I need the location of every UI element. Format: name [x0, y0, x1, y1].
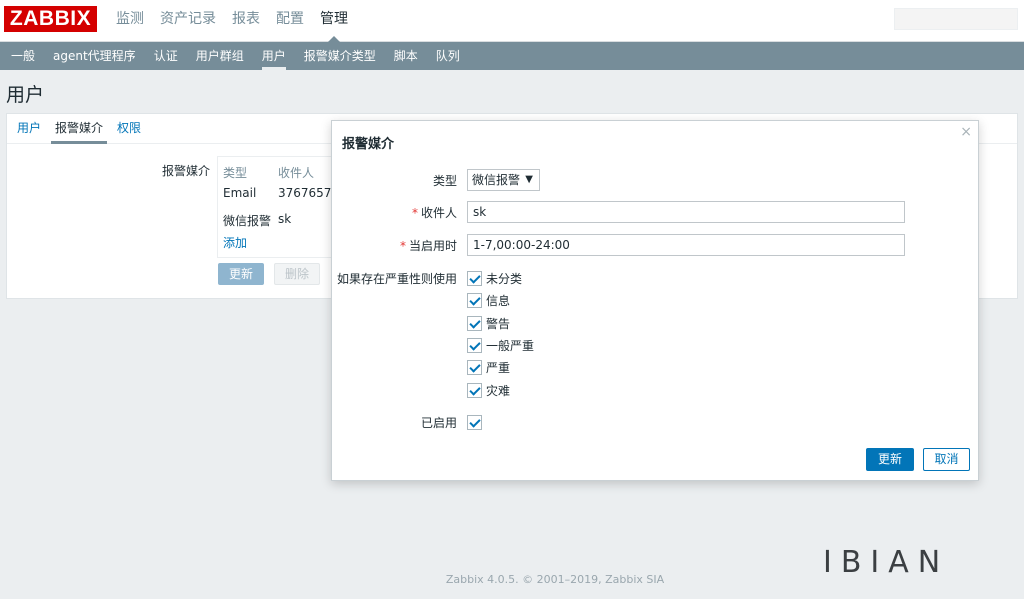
media-dialog: 报警媒介 × 类型 微信报警 ▼ * 收件人 sk * 当启用时 1-7,00:00…	[331, 120, 979, 481]
submenu-proxies[interactable]: agent代理程序	[44, 42, 145, 70]
severity-average: 一般严重	[467, 337, 534, 353]
footer-text: Zabbix 4.0.5. © 2001–2019, Zabbix SIA	[445, 573, 665, 586]
submenu-general[interactable]: 一般	[2, 42, 44, 70]
media-type-value: 微信报警	[472, 173, 521, 187]
menu-configuration[interactable]: 配置	[268, 0, 312, 42]
submenu-media-types[interactable]: 报警媒介类型	[295, 42, 385, 70]
submenu-users[interactable]: 用户	[253, 42, 295, 70]
add-media-link[interactable]: 添加	[223, 234, 247, 251]
severity-checkbox[interactable]	[467, 359, 482, 375]
menu-administration[interactable]: 管理	[312, 0, 356, 42]
search-input[interactable]	[894, 8, 1018, 30]
severity-checkbox[interactable]	[467, 315, 482, 331]
severity-not-classified: 未分类	[467, 270, 522, 286]
tab-permissions[interactable]: 权限	[111, 114, 147, 143]
media-type-select[interactable]: 微信报警 ▼	[467, 169, 540, 191]
when-active-field[interactable]: 1-7,00:00-24:00	[467, 234, 905, 256]
enabled-checkbox[interactable]	[467, 414, 482, 430]
severity-checkbox[interactable]	[467, 337, 482, 353]
submenu-scripts[interactable]: 脚本	[385, 42, 427, 70]
severity-information: 信息	[467, 292, 510, 308]
required-marker: *	[411, 206, 418, 220]
top-header: ZABBIX 监测 资产记录 报表 配置 管理	[0, 0, 1024, 42]
sub-menu: 一般 agent代理程序 认证 用户群组 用户 报警媒介类型 脚本 队列	[0, 42, 1024, 70]
page-title: 用户	[6, 84, 45, 106]
submenu-queue[interactable]: 队列	[427, 42, 469, 70]
dialog-title: 报警媒介	[342, 137, 395, 152]
severity-label: 如果存在严重性则使用	[336, 272, 457, 286]
chevron-down-icon: ▼	[525, 174, 533, 185]
submenu-authentication[interactable]: 认证	[145, 42, 187, 70]
severity-high: 严重	[467, 359, 510, 375]
dialog-cancel-button[interactable]: 取消	[923, 448, 970, 471]
recipient-field[interactable]: sk	[467, 201, 905, 223]
severity-disaster: 灾难	[467, 382, 510, 398]
type-label: 类型	[432, 174, 457, 188]
media-row-type: Email	[223, 186, 257, 200]
tab-media[interactable]: 报警媒介	[49, 114, 109, 144]
severity-warning: 警告	[467, 315, 510, 331]
dialog-update-button[interactable]: 更新	[866, 448, 914, 471]
tab-user[interactable]: 用户	[11, 114, 47, 143]
severity-checkbox[interactable]	[467, 292, 482, 308]
recipient-label: * 收件人	[411, 206, 457, 220]
menu-inventory[interactable]: 资产记录	[152, 0, 224, 42]
severity-checkbox[interactable]	[467, 270, 482, 286]
media-header-type: 类型	[223, 166, 248, 180]
required-marker: *	[399, 239, 406, 253]
update-button[interactable]: 更新	[218, 263, 264, 285]
media-row-type: 微信报警	[223, 214, 272, 228]
enabled-row	[467, 414, 486, 430]
media-label: 报警媒介	[162, 164, 211, 178]
menu-monitoring[interactable]: 监测	[108, 0, 152, 42]
when-active-label: * 当启用时	[399, 239, 457, 253]
zabbix-logo[interactable]: ZABBIX	[4, 6, 97, 32]
submenu-user-groups[interactable]: 用户群组	[187, 42, 253, 70]
severity-checkbox[interactable]	[467, 382, 482, 398]
watermark-logo: IBIAN	[823, 545, 950, 580]
enabled-label: 已启用	[420, 416, 457, 430]
main-menu: 监测 资产记录 报表 配置 管理	[108, 0, 356, 42]
menu-reports[interactable]: 报表	[224, 0, 268, 42]
close-icon[interactable]: ×	[960, 124, 972, 140]
